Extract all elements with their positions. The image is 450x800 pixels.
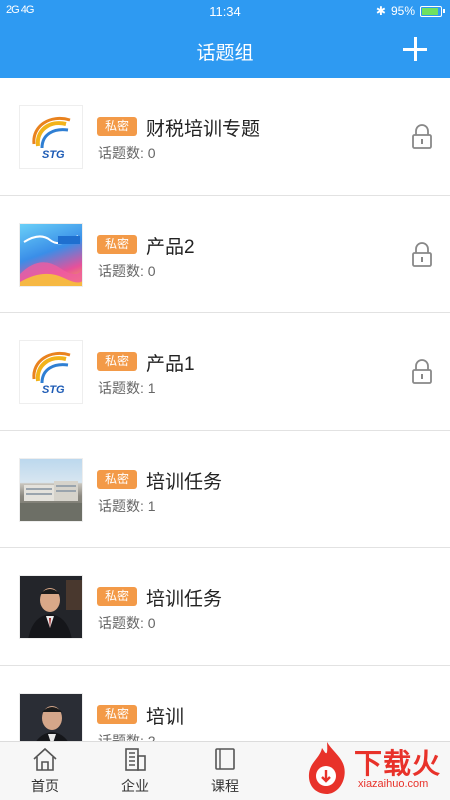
group-thumbnail: STG <box>19 340 83 404</box>
group-thumbnail <box>19 692 83 741</box>
list-item[interactable]: STG 私密 财税培训专题 话题数: 0 <box>0 78 450 196</box>
group-name: 产品2 <box>146 236 195 258</box>
bluetooth-icon: ✱ <box>375 4 386 18</box>
tab-home[interactable]: 首页 <box>0 742 90 800</box>
lock-icon <box>412 124 432 149</box>
group-thumbnail: STG <box>19 105 83 169</box>
list-item[interactable]: 私密 培训任务 话题数: 0 <box>0 548 450 666</box>
topic-count: 话题数: 2 <box>98 732 156 742</box>
group-thumbnail <box>19 457 83 522</box>
group-name: 培训任务 <box>146 471 223 493</box>
lock-icon <box>412 241 432 267</box>
group-list[interactable]: STG 私密 财税培训专题 话题数: 0 私密 产品2 话题数: 0 STG 私… <box>0 78 450 741</box>
svg-text:STG: STG <box>42 384 65 396</box>
svg-text:STG: STG <box>42 149 65 161</box>
battery-icon <box>420 5 445 17</box>
nav-bar: 话题组 <box>0 24 450 78</box>
status-bar: 2G 4G 11:34 ✱ 95% <box>0 0 450 24</box>
book-icon <box>215 748 235 770</box>
private-badge: 私密 <box>97 117 138 136</box>
add-group-button[interactable] <box>400 34 430 64</box>
group-name: 财税培训专题 <box>146 119 261 140</box>
private-badge: 私密 <box>97 704 138 724</box>
tab-enterprise[interactable]: 企业 <box>90 742 180 800</box>
list-item[interactable]: 私密 产品2 话题数: 0 <box>0 196 450 313</box>
page-title: 话题组 <box>196 43 254 64</box>
private-badge: 私密 <box>97 352 138 371</box>
flame-icon <box>308 742 345 794</box>
building-icon <box>125 748 146 771</box>
group-thumbnail <box>19 575 83 639</box>
watermark-sub: xiazaihuo.com <box>358 778 429 790</box>
watermark-text: 下载火 <box>354 748 442 779</box>
tab-label: 企业 <box>121 778 149 794</box>
list-item[interactable]: 私密 培训任务 话题数: 1 <box>0 431 450 548</box>
topic-count: 话题数: 1 <box>98 380 156 396</box>
private-badge: 私密 <box>97 234 138 254</box>
watermark-logo: 下载火 xiazaihuo.com <box>244 740 444 798</box>
list-item[interactable]: 私密 培训 话题数: 2 <box>0 666 450 742</box>
topic-count: 话题数: 0 <box>98 262 156 279</box>
group-thumbnail <box>19 222 83 287</box>
group-name: 产品1 <box>146 354 195 375</box>
status-right: ✱ 95% <box>375 4 445 18</box>
battery-percent: 95% <box>390 4 415 18</box>
home-icon <box>33 747 57 771</box>
private-badge: 私密 <box>97 587 138 606</box>
group-name: 培训任务 <box>146 589 223 610</box>
topic-count: 话题数: 0 <box>98 145 156 161</box>
tab-label: 首页 <box>31 778 59 794</box>
topic-count: 话题数: 0 <box>98 615 156 631</box>
private-badge: 私密 <box>97 469 138 489</box>
topic-count: 话题数: 1 <box>98 497 156 514</box>
list-item[interactable]: STG 私密 产品1 话题数: 1 <box>0 313 450 431</box>
group-name: 培训 <box>146 706 185 728</box>
lock-icon <box>412 359 432 384</box>
